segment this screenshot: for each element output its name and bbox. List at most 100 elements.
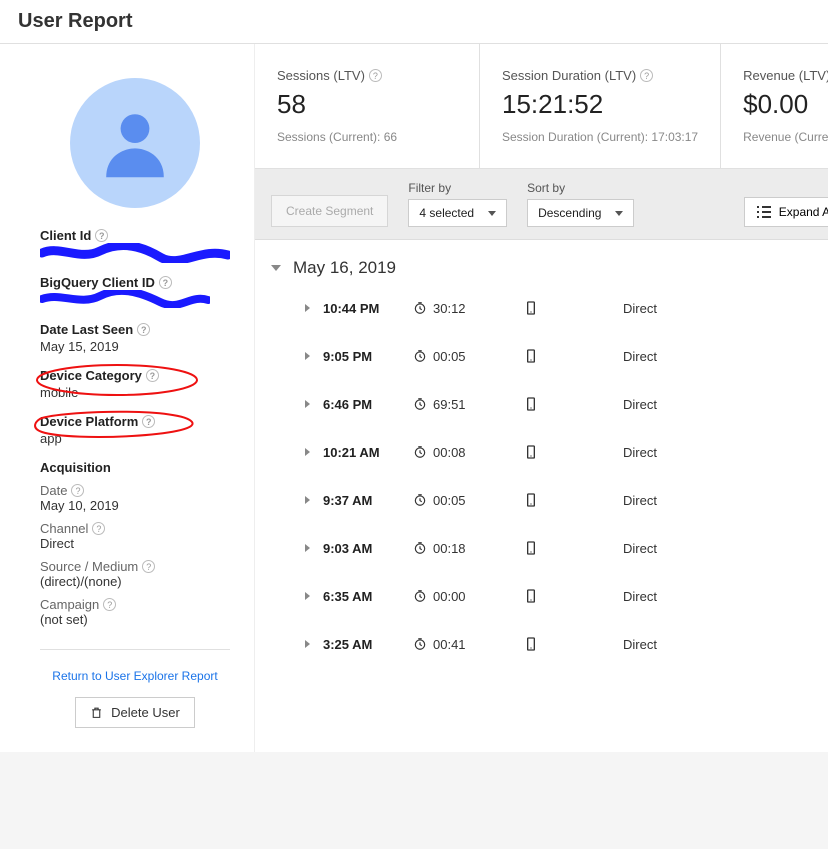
expand-all-label: Expand All bbox=[779, 205, 828, 219]
session-duration: 00:05 bbox=[413, 493, 523, 508]
acq-source-label: Source / Medium bbox=[40, 559, 138, 574]
kpi-duration: Session Duration (LTV)? 15:21:52 Session… bbox=[480, 44, 721, 168]
mobile-icon bbox=[523, 636, 539, 652]
clock-icon bbox=[413, 637, 427, 651]
session-device bbox=[523, 492, 623, 508]
session-channel: Direct bbox=[623, 349, 657, 364]
kpi-duration-label: Session Duration (LTV) bbox=[502, 68, 636, 83]
device-category-label: Device Category bbox=[40, 368, 142, 383]
return-link[interactable]: Return to User Explorer Report bbox=[52, 669, 217, 683]
session-time: 9:37 AM bbox=[323, 493, 413, 508]
session-device bbox=[523, 540, 623, 556]
clock-icon bbox=[413, 589, 427, 603]
kpi-sessions-value: 58 bbox=[277, 89, 457, 120]
help-icon[interactable]: ? bbox=[640, 69, 653, 82]
create-segment-button[interactable]: Create Segment bbox=[271, 195, 388, 227]
help-icon[interactable]: ? bbox=[142, 560, 155, 573]
session-channel: Direct bbox=[623, 397, 657, 412]
person-icon bbox=[90, 98, 180, 188]
help-icon[interactable]: ? bbox=[137, 323, 150, 336]
session-device bbox=[523, 396, 623, 412]
expand-all-button[interactable]: Expand All bbox=[744, 197, 828, 227]
session-duration: 00:05 bbox=[413, 349, 523, 364]
clock-icon bbox=[413, 349, 427, 363]
mobile-icon bbox=[523, 588, 539, 604]
day-group-header[interactable]: May 16, 2019 bbox=[255, 240, 828, 284]
mobile-icon bbox=[523, 444, 539, 460]
acq-campaign-value: (not set) bbox=[40, 612, 230, 627]
session-row[interactable]: 10:44 PM 30:12 Direct bbox=[255, 284, 828, 332]
session-channel: Direct bbox=[623, 637, 657, 652]
mobile-icon bbox=[523, 348, 539, 364]
sort-by-dropdown[interactable]: Descending bbox=[527, 199, 634, 227]
help-icon[interactable]: ? bbox=[369, 69, 382, 82]
clock-icon bbox=[413, 541, 427, 555]
day-date: May 16, 2019 bbox=[293, 258, 396, 278]
chevron-right-icon bbox=[305, 640, 310, 648]
acq-channel-label: Channel bbox=[40, 521, 88, 536]
mobile-icon bbox=[523, 492, 539, 508]
chevron-right-icon bbox=[305, 592, 310, 600]
date-last-seen-value: May 15, 2019 bbox=[40, 339, 230, 354]
session-row[interactable]: 3:25 AM 00:41 Direct bbox=[255, 620, 828, 668]
help-icon[interactable]: ? bbox=[71, 484, 84, 497]
chevron-right-icon bbox=[305, 400, 310, 408]
filter-by-dropdown[interactable]: 4 selected bbox=[408, 199, 507, 227]
sort-by-label: Sort by bbox=[527, 181, 634, 195]
session-row[interactable]: 10:21 AM 00:08 Direct bbox=[255, 428, 828, 476]
filter-by-label: Filter by bbox=[408, 181, 507, 195]
bigquery-client-id-value-redacted bbox=[40, 290, 230, 308]
clock-icon bbox=[413, 445, 427, 459]
session-duration: 69:51 bbox=[413, 397, 523, 412]
acq-date-value: May 10, 2019 bbox=[40, 498, 230, 513]
acq-date-label: Date bbox=[40, 483, 67, 498]
main-panel: Sessions (LTV)? 58 Sessions (Current): 6… bbox=[255, 44, 828, 752]
session-device bbox=[523, 636, 623, 652]
session-channel: Direct bbox=[623, 589, 657, 604]
chevron-right-icon bbox=[305, 304, 310, 312]
delete-user-button[interactable]: Delete User bbox=[75, 697, 195, 728]
page-title: User Report bbox=[18, 10, 810, 33]
help-icon[interactable]: ? bbox=[92, 522, 105, 535]
bigquery-client-id-label: BigQuery Client ID bbox=[40, 275, 155, 290]
mobile-icon bbox=[523, 396, 539, 412]
sort-by-value: Descending bbox=[538, 206, 601, 220]
chevron-down-icon bbox=[615, 211, 623, 216]
help-icon[interactable]: ? bbox=[142, 415, 155, 428]
device-category-value: mobile bbox=[40, 385, 230, 400]
clock-icon bbox=[413, 301, 427, 315]
session-row[interactable]: 9:03 AM 00:18 Direct bbox=[255, 524, 828, 572]
client-id-label: Client Id bbox=[40, 228, 91, 243]
date-last-seen-label: Date Last Seen bbox=[40, 322, 133, 337]
session-device bbox=[523, 444, 623, 460]
session-device bbox=[523, 348, 623, 364]
session-device bbox=[523, 300, 623, 316]
help-icon[interactable]: ? bbox=[146, 369, 159, 382]
session-channel: Direct bbox=[623, 445, 657, 460]
session-time: 3:25 AM bbox=[323, 637, 413, 652]
page-header: User Report bbox=[0, 0, 828, 44]
kpi-revenue-label: Revenue (LTV) bbox=[743, 68, 828, 83]
kpi-sessions: Sessions (LTV)? 58 Sessions (Current): 6… bbox=[255, 44, 480, 168]
session-channel: Direct bbox=[623, 493, 657, 508]
session-row[interactable]: 6:35 AM 00:00 Direct bbox=[255, 572, 828, 620]
help-icon[interactable]: ? bbox=[103, 598, 116, 611]
help-icon[interactable]: ? bbox=[159, 276, 172, 289]
help-icon[interactable]: ? bbox=[95, 229, 108, 242]
chevron-right-icon bbox=[305, 352, 310, 360]
clock-icon bbox=[413, 397, 427, 411]
kpi-duration-sub: Session Duration (Current): 17:03:17 bbox=[502, 130, 698, 144]
session-row[interactable]: 9:37 AM 00:05 Direct bbox=[255, 476, 828, 524]
chevron-right-icon bbox=[305, 496, 310, 504]
session-duration: 00:41 bbox=[413, 637, 523, 652]
user-sidebar: Client Id? BigQuery Client ID? Date Last… bbox=[0, 44, 255, 752]
client-id-value-redacted bbox=[40, 243, 230, 261]
session-row[interactable]: 6:46 PM 69:51 Direct bbox=[255, 380, 828, 428]
avatar bbox=[70, 78, 200, 208]
delete-user-label: Delete User bbox=[111, 705, 180, 720]
acq-source-value: (direct)/(none) bbox=[40, 574, 230, 589]
kpi-revenue: Revenue (LTV) $0.00 Revenue (Current) bbox=[721, 44, 828, 168]
session-row[interactable]: 9:05 PM 00:05 Direct bbox=[255, 332, 828, 380]
kpi-revenue-sub: Revenue (Current) bbox=[743, 130, 828, 144]
session-time: 9:03 AM bbox=[323, 541, 413, 556]
